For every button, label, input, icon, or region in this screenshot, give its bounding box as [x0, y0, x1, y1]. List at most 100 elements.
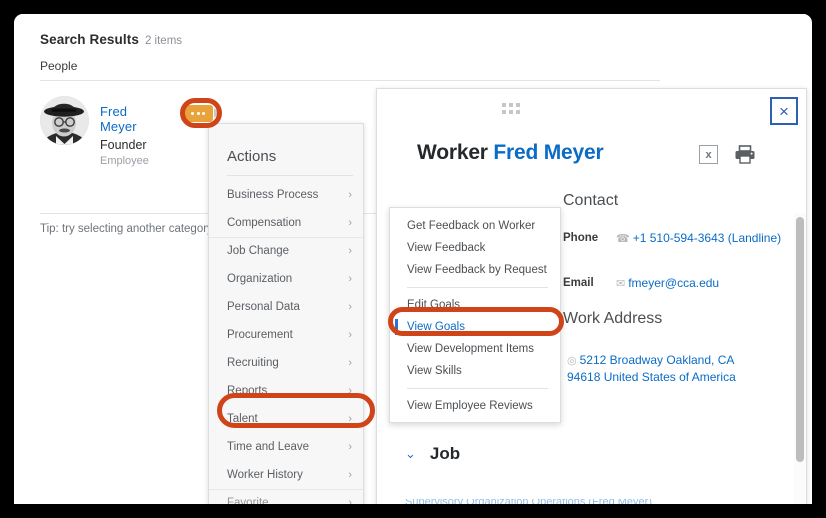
- menu-item-recruiting[interactable]: Recruiting ›: [209, 349, 363, 377]
- talent-submenu: Get Feedback on Worker View Feedback Vie…: [389, 207, 561, 423]
- submenu-item-label: View Feedback: [407, 242, 486, 254]
- menu-item-label: Business Process: [227, 189, 319, 201]
- worker-name-link[interactable]: Fred Meyer: [493, 141, 603, 164]
- actions-menu-list: Business Process › Compensation › Job Ch…: [209, 181, 363, 507]
- dot: [509, 110, 513, 114]
- panel-scrollbar-thumb[interactable]: [796, 217, 804, 462]
- chevron-right-icon: ›: [348, 385, 352, 397]
- submenu-item-view-feedback[interactable]: View Feedback: [390, 237, 560, 259]
- person-worker-type: Employee: [100, 155, 149, 167]
- menu-item-label: Reports: [227, 385, 268, 397]
- submenu-item-view-employee-reviews[interactable]: View Employee Reviews: [390, 395, 560, 417]
- chevron-right-icon: ›: [348, 357, 352, 369]
- clipped-job-row-text: Supervisory Organization Operations (Fre…: [405, 499, 652, 507]
- menu-item-label: Organization: [227, 273, 293, 285]
- envelope-icon: ✉: [616, 278, 626, 290]
- dot-3: [202, 112, 205, 115]
- email-text: fmeyer@cca.edu: [628, 276, 720, 290]
- related-actions-chip-icon[interactable]: [183, 105, 213, 122]
- submenu-item-label: View Skills: [407, 365, 462, 377]
- menu-item-label: Personal Data: [227, 301, 300, 313]
- menu-item-time-and-leave[interactable]: Time and Leave ›: [209, 433, 363, 461]
- dot: [502, 110, 506, 114]
- dot-1: [191, 112, 194, 115]
- page-title: Worker Fred Meyer: [417, 141, 604, 165]
- menu-item-personal-data[interactable]: Personal Data ›: [209, 293, 363, 321]
- submenu-item-label: View Goals: [407, 321, 465, 333]
- section-job[interactable]: ⌄ Job: [405, 444, 460, 464]
- related-actions-caret-icon: [213, 104, 227, 123]
- chevron-right-icon: ›: [348, 497, 352, 507]
- field-value-email[interactable]: ✉ fmeyer@cca.edu: [616, 276, 719, 290]
- section-heading-work-address: Work Address: [563, 310, 663, 327]
- page-title: Search Results: [40, 32, 139, 47]
- menu-item-business-process[interactable]: Business Process ›: [209, 181, 363, 209]
- menu-item-label: Compensation: [227, 217, 302, 229]
- submenu-item-view-skills[interactable]: View Skills: [390, 360, 560, 382]
- submenu-item-view-development-items[interactable]: View Development Items: [390, 338, 560, 360]
- avatar: [40, 96, 89, 145]
- menu-item-procurement[interactable]: Procurement ›: [209, 321, 363, 349]
- submenu-item-view-feedback-by-request[interactable]: View Feedback by Request: [390, 259, 560, 281]
- dot-2: [196, 112, 200, 115]
- menu-item-label: Time and Leave: [227, 441, 310, 453]
- dot: [502, 103, 506, 107]
- field-value-phone[interactable]: ☎ +1 510-594-3643 (Landline): [616, 230, 786, 247]
- actions-menu: Actions Business Process › Compensation …: [208, 123, 364, 507]
- chevron-right-icon: ›: [348, 245, 352, 257]
- field-label-phone: Phone: [563, 232, 599, 244]
- dot: [516, 103, 520, 107]
- menu-item-label: Recruiting: [227, 357, 279, 369]
- submenu-item-view-goals[interactable]: View Goals: [390, 316, 560, 338]
- submenu-divider-1: [407, 287, 548, 288]
- menu-item-compensation[interactable]: Compensation ›: [209, 209, 363, 237]
- actions-menu-divider: [227, 175, 353, 176]
- field-value-work-address[interactable]: ◎ 5212 Broadway Oakland, CA 94618 United …: [567, 352, 737, 385]
- submenu-item-label: Edit Goals: [407, 299, 461, 311]
- search-results-header: Search Results 2 items: [40, 31, 182, 49]
- results-count: 2 items: [144, 35, 183, 47]
- person-info: Fred Meyer Founder Employee: [100, 104, 149, 167]
- menu-item-job-change[interactable]: Job Change ›: [209, 237, 363, 265]
- close-icon[interactable]: ×: [770, 97, 798, 125]
- submenu-item-label: View Employee Reviews: [407, 400, 533, 412]
- menu-item-label: Worker History: [227, 469, 303, 481]
- export-to-excel-icon[interactable]: x: [699, 145, 718, 164]
- section-heading-job: Job: [429, 444, 461, 463]
- section-heading-contact: Contact: [563, 192, 619, 209]
- menu-item-favorite[interactable]: Favorite ›: [209, 489, 363, 507]
- submenu-item-label: View Development Items: [407, 343, 534, 355]
- chevron-right-icon: ›: [348, 189, 352, 201]
- menu-item-worker-history[interactable]: Worker History ›: [209, 461, 363, 489]
- submenu-divider-2: [407, 388, 548, 389]
- application-window: Search Results 2 items People Fred Meyer…: [11, 11, 815, 507]
- divider-top: [40, 80, 660, 81]
- phone-icon: ☎: [616, 233, 630, 245]
- submenu-item-label: Get Feedback on Worker: [407, 220, 536, 232]
- chevron-right-icon: ›: [348, 329, 352, 341]
- person-job-title: Founder: [100, 138, 147, 152]
- drag-handle-dots-icon[interactable]: [502, 103, 522, 114]
- menu-item-organization[interactable]: Organization ›: [209, 265, 363, 293]
- chevron-right-icon: ›: [348, 469, 352, 481]
- chevron-down-icon: ⌄: [405, 446, 416, 461]
- person-name-link[interactable]: Fred Meyer: [100, 104, 149, 134]
- submenu-item-get-feedback-on-worker[interactable]: Get Feedback on Worker: [390, 215, 560, 237]
- print-icon[interactable]: [734, 145, 756, 164]
- actions-menu-title: Actions: [227, 148, 277, 165]
- field-label-email: Email: [563, 277, 594, 289]
- dot: [509, 103, 513, 107]
- chevron-right-icon: ›: [348, 301, 352, 313]
- submenu-item-edit-goals[interactable]: Edit Goals: [390, 294, 560, 316]
- menu-item-label: Talent: [227, 413, 258, 425]
- category-label-people: People: [40, 59, 78, 73]
- phone-number-text: +1 510-594-3643 (Landline): [632, 231, 782, 245]
- chevron-right-icon: ›: [348, 273, 352, 285]
- dot: [516, 110, 520, 114]
- menu-item-talent[interactable]: Talent ›: [209, 405, 363, 433]
- menu-item-reports[interactable]: Reports ›: [209, 377, 363, 405]
- location-pin-icon: ◎: [567, 355, 577, 367]
- submenu-item-label: View Feedback by Request: [407, 264, 547, 276]
- menu-item-label: Job Change: [227, 245, 290, 257]
- chevron-right-icon: ›: [348, 413, 352, 425]
